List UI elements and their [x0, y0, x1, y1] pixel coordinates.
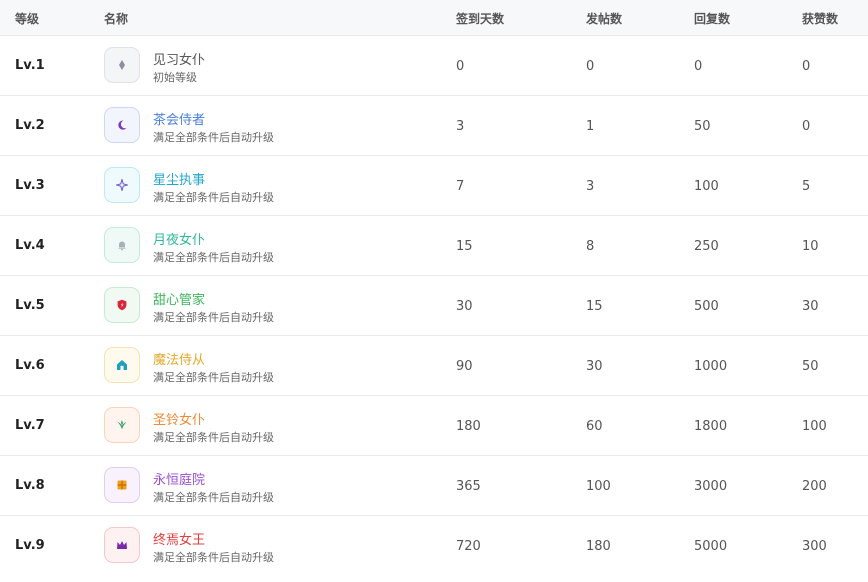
- sparkle-icon: [116, 179, 128, 191]
- replies-value: 1800: [694, 419, 728, 434]
- replies-value: 1000: [694, 359, 728, 374]
- level-description: 满足全部条件后自动升级: [153, 371, 274, 384]
- level-description: 初始等级: [153, 71, 197, 84]
- checkin-days-value: 15: [456, 239, 473, 254]
- header-posts: 发帖数: [586, 12, 623, 26]
- level-badge: [104, 287, 140, 323]
- crown-icon: [116, 539, 128, 551]
- checkin-days-value: 3: [456, 119, 465, 134]
- likes-value: 50: [802, 359, 819, 374]
- level-description: 满足全部条件后自动升级: [153, 251, 274, 264]
- level-description: 满足全部条件后自动升级: [153, 491, 274, 504]
- likes-value: 10: [802, 239, 819, 254]
- likes-value: 300: [802, 539, 827, 554]
- checkin-days-value: 30: [456, 299, 473, 314]
- level-label: Lv.7: [15, 418, 45, 433]
- table-row: Lv.6 魔法侍从满足全部条件后自动升级 90 30 1000 50: [0, 336, 868, 396]
- posts-value: 30: [586, 359, 603, 374]
- gift-box-icon: [116, 479, 128, 491]
- level-label: Lv.9: [15, 538, 45, 553]
- table-body: Lv.1 见习女仆 初始等级 0 0 0 0 Lv.2 茶会侍者 满足全部条件后自动升级 3 1 50 0…: [0, 36, 868, 576]
- likes-value: 0: [802, 119, 811, 134]
- level-name: 永恒庭院: [153, 473, 206, 488]
- level-table: 等级 名称 签到天数 发帖数 回复数 获赞数 Lv.1 见习女仆 初始等级 0 0 0 0 L…: [0, 0, 868, 576]
- level-badge: [104, 467, 140, 503]
- table-row: Lv.1 见习女仆初始等级 0 0 0 0: [0, 36, 868, 96]
- checkin-days-value: 7: [456, 179, 465, 194]
- level-label: Lv.3: [15, 178, 45, 193]
- posts-value: 60: [586, 419, 603, 434]
- shield-icon: [116, 299, 128, 311]
- level-name: 圣铃女仆: [153, 413, 206, 428]
- bell-icon: [116, 239, 128, 251]
- posts-value: 3: [586, 179, 595, 194]
- table-row: Lv.4 月夜女仆满足全部条件后自动升级 15 8 250 10: [0, 216, 868, 276]
- level-label: Lv.4: [15, 238, 45, 253]
- checkin-days-value: 365: [456, 479, 481, 494]
- level-description: 满足全部条件后自动升级: [153, 191, 274, 204]
- replies-value: 100: [694, 179, 719, 194]
- header-level: 等级: [15, 12, 40, 26]
- level-name: 见习女仆: [153, 53, 206, 68]
- level-description: 满足全部条件后自动升级: [153, 131, 274, 144]
- table-row: Lv.3 星尘执事满足全部条件后自动升级 7 3 100 5: [0, 156, 868, 216]
- level-name: 星尘执事: [153, 173, 206, 188]
- likes-value: 0: [802, 59, 811, 74]
- level-badge: [104, 347, 140, 383]
- table-row: Lv.8 永恒庭院满足全部条件后自动升级 365 100 3000 200: [0, 456, 868, 516]
- posts-value: 0: [586, 59, 595, 74]
- posts-value: 180: [586, 539, 611, 554]
- level-name: 月夜女仆: [153, 233, 206, 248]
- replies-value: 5000: [694, 539, 728, 554]
- level-name: 魔法侍从: [153, 353, 206, 368]
- level-description: 满足全部条件后自动升级: [153, 311, 274, 324]
- crescent-moon-icon: [116, 119, 128, 131]
- level-badge: [104, 47, 140, 83]
- level-label: Lv.2: [15, 118, 45, 133]
- checkin-days-value: 720: [456, 539, 481, 554]
- level-name: 甜心管家: [153, 293, 206, 308]
- replies-value: 0: [694, 59, 703, 74]
- table-row: Lv.9 终焉女王满足全部条件后自动升级 720 180 5000 300: [0, 516, 868, 576]
- header-replies: 回复数: [694, 12, 731, 26]
- replies-value: 3000: [694, 479, 728, 494]
- diamond-icon: [116, 59, 128, 71]
- header-likes: 获赞数: [802, 12, 839, 26]
- level-name: 终焉女王: [153, 533, 206, 548]
- table-row: Lv.7 圣铃女仆满足全部条件后自动升级 180 60 1800 100: [0, 396, 868, 456]
- level-label: Lv.8: [15, 478, 45, 493]
- table-row: Lv.5 甜心管家满足全部条件后自动升级 30 15 500 30: [0, 276, 868, 336]
- likes-value: 200: [802, 479, 827, 494]
- level-label: Lv.5: [15, 298, 45, 313]
- level-badge: [104, 107, 140, 143]
- replies-value: 250: [694, 239, 719, 254]
- table-row: Lv.2 茶会侍者满足全部条件后自动升级 3 1 50 0: [0, 96, 868, 156]
- level-badge: [104, 167, 140, 203]
- replies-value: 500: [694, 299, 719, 314]
- posts-value: 8: [586, 239, 595, 254]
- checkin-days-value: 180: [456, 419, 481, 434]
- header-checkin: 签到天数: [456, 12, 505, 26]
- checkin-days-value: 90: [456, 359, 473, 374]
- level-label: Lv.1: [15, 58, 45, 73]
- level-badge: [104, 527, 140, 563]
- header-name: 名称: [104, 12, 129, 26]
- house-icon: [116, 359, 128, 371]
- replies-value: 50: [694, 119, 711, 134]
- posts-value: 15: [586, 299, 603, 314]
- likes-value: 100: [802, 419, 827, 434]
- level-badge: [104, 227, 140, 263]
- level-description: 满足全部条件后自动升级: [153, 431, 274, 444]
- checkin-days-value: 0: [456, 59, 465, 74]
- leaf-icon: [116, 419, 128, 431]
- level-description: 满足全部条件后自动升级: [153, 551, 274, 564]
- level-badge: [104, 407, 140, 443]
- posts-value: 1: [586, 119, 595, 134]
- likes-value: 5: [802, 179, 811, 194]
- likes-value: 30: [802, 299, 819, 314]
- level-label: Lv.6: [15, 358, 45, 373]
- level-name: 茶会侍者: [153, 113, 206, 128]
- posts-value: 100: [586, 479, 611, 494]
- table-header: 等级 名称 签到天数 发帖数 回复数 获赞数: [0, 0, 868, 36]
